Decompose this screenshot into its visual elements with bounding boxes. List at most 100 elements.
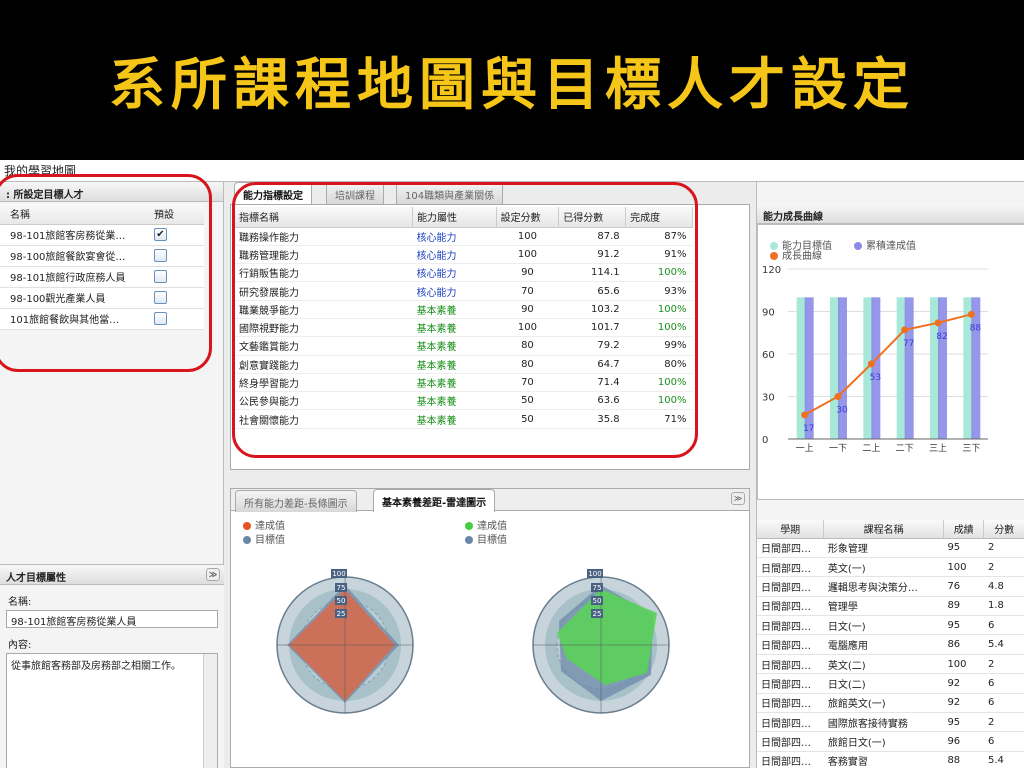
tab-training-courses[interactable]: 培訓課程 <box>326 182 384 204</box>
set-score: 90 <box>496 263 559 283</box>
table-row[interactable]: 社會關懷能力 基本素養 50 35.8 71% <box>235 409 693 429</box>
tab-job-industry[interactable]: 104職類與產業關係 <box>396 182 504 204</box>
completion: 100% <box>625 318 693 338</box>
table-row[interactable]: 98-100旅館餐飲宴會從… <box>0 245 204 267</box>
table-row[interactable]: 98-100觀光產業人員 <box>0 287 204 309</box>
collapse-icon[interactable]: ≫ <box>731 492 745 505</box>
growth-point <box>801 411 809 419</box>
table-row[interactable]: 101旅館餐飲與其他當… <box>0 308 204 330</box>
table-row[interactable]: 日間部四… 邏輯思考與決策分… 76 4.8 <box>757 576 1024 597</box>
table-row[interactable]: 職務操作能力 核心能力 100 87.8 87% <box>235 227 693 246</box>
column-header-got-score[interactable]: 已得分數 <box>558 207 627 228</box>
column-header-course[interactable]: 課程名稱 <box>823 520 944 539</box>
column-header-completion[interactable]: 完成度 <box>625 207 693 228</box>
radar-axis-label: 50 <box>337 597 346 605</box>
table-row[interactable]: 日間部四… 電腦應用 86 5.4 <box>757 634 1024 655</box>
table-row[interactable]: 日間部四… 日文(二) 92 6 <box>757 673 1024 694</box>
column-header-default[interactable]: 預設 <box>144 204 204 225</box>
column-header-name[interactable]: 名稱 <box>0 204 144 225</box>
course-name: 旅館英文(一) <box>823 693 944 714</box>
table-row[interactable]: 文藝鑑賞能力 基本素養 80 79.2 99% <box>235 336 693 356</box>
ability-attr: 基本素養 <box>412 391 497 411</box>
tab-ability-settings[interactable]: 能力指標設定 <box>234 182 312 205</box>
table-row[interactable]: 日間部四… 國際旅客接待實務 95 2 <box>757 712 1024 733</box>
credits: 6 <box>983 731 1024 752</box>
table-row[interactable]: 日間部四… 旅館英文(一) 92 6 <box>757 693 1024 714</box>
center-panel: 能力指標設定 培訓課程 104職類與產業關係 指標名稱 能力屬性 設定分數 已得… <box>230 182 750 768</box>
ability-table: 指標名稱 能力屬性 設定分數 已得分數 完成度 職務操作能力 核心能力 100 … <box>235 207 693 429</box>
default-cell: ✔ <box>144 224 204 246</box>
table-row[interactable]: 研究發展能力 核心能力 70 65.6 93% <box>235 281 693 301</box>
legend-right-achieved: 達成值 <box>465 517 507 532</box>
table-row[interactable]: 國際視野能力 基本素養 100 101.7 100% <box>235 318 693 338</box>
set-score: 80 <box>496 336 559 356</box>
tab-all-gap-bar[interactable]: 所有能力差距-長條圖示 <box>235 490 357 512</box>
got-score: 71.4 <box>558 373 626 393</box>
got-score: 114.1 <box>558 263 626 283</box>
credits: 5.4 <box>983 634 1024 655</box>
attr-section-title: 人才目標屬性 <box>6 573 66 584</box>
table-row[interactable]: 公民參與能力 基本素養 50 63.6 100% <box>235 391 693 411</box>
completion: 80% <box>625 355 693 374</box>
course-name: 電腦應用 <box>823 634 944 655</box>
app-title-bar: 我的學習地圖 <box>0 160 1024 182</box>
table-row[interactable]: 日間部四… 旅館日文(一) 96 6 <box>757 731 1024 752</box>
table-row[interactable]: 日間部四… 日文(一) 95 6 <box>757 615 1024 636</box>
column-header-ability-name[interactable]: 指標名稱 <box>235 207 414 228</box>
name-field[interactable]: 98-101旅館客房務從業人員 <box>6 610 218 628</box>
default-checkbox[interactable] <box>154 312 167 325</box>
collapse-icon[interactable]: ≫ <box>206 568 220 581</box>
grade: 92 <box>943 673 984 694</box>
table-row[interactable]: 日間部四… 英文(二) 100 2 <box>757 654 1024 675</box>
growth-point <box>867 360 875 368</box>
set-score: 100 <box>496 227 559 246</box>
content-text: 從事旅館客務部及房務部之相關工作。 <box>11 661 181 672</box>
table-row[interactable]: 98-101旅館行政庶務人員 <box>0 266 204 288</box>
target-name: 101旅館餐飲與其他當… <box>0 308 144 330</box>
completion: 99% <box>625 336 693 356</box>
default-checkbox[interactable]: ✔ <box>154 228 167 241</box>
tab-basic-gap-radar[interactable]: 基本素養差距-雷達圖示 <box>373 489 496 512</box>
course-name: 英文(二) <box>823 654 944 675</box>
course-name: 形象管理 <box>823 538 944 558</box>
default-checkbox[interactable] <box>154 249 167 262</box>
target-name: 98-100觀光產業人員 <box>0 287 144 309</box>
target-section-header: : 所設定目標人才 <box>0 182 223 202</box>
x-tick-label: 一上 <box>796 443 814 454</box>
table-row[interactable]: 職業競爭能力 基本素養 90 103.2 100% <box>235 300 693 319</box>
y-tick-label: 60 <box>762 350 775 361</box>
table-row[interactable]: 日間部四… 英文(一) 100 2 <box>757 557 1024 578</box>
table-row[interactable]: 行銷販售能力 核心能力 90 114.1 100% <box>235 263 693 283</box>
column-header-set-score[interactable]: 設定分數 <box>496 207 560 228</box>
default-checkbox[interactable] <box>154 270 167 283</box>
table-row[interactable]: 終身學習能力 基本素養 70 71.4 100% <box>235 373 693 393</box>
ability-name: 行銷販售能力 <box>235 263 413 283</box>
semester: 日間部四… <box>757 712 824 733</box>
course-table: 學期 課程名稱 成績 分數 日間部四… 形象管理 95 2 日間部四… 英文(一)… <box>757 520 1024 768</box>
got-score: 63.6 <box>558 391 626 411</box>
column-header-grade[interactable]: 成績 <box>943 520 985 539</box>
grade: 95 <box>943 538 984 558</box>
growth-chart-title: 能力成長曲線 <box>763 212 823 223</box>
table-row[interactable]: 職務管理能力 核心能力 100 91.2 91% <box>235 245 693 265</box>
legend-left-achieved: 達成值 <box>243 517 285 532</box>
y-tick-label: 120 <box>762 265 781 276</box>
table-row[interactable]: 創意實踐能力 基本素養 80 64.7 80% <box>235 355 693 374</box>
table-row[interactable]: 日間部四… 管理學 89 1.8 <box>757 596 1024 617</box>
left-panel: : 所設定目標人才 名稱 預設 98-101旅館客房務從業… ✔ 98-100旅館… <box>0 174 224 768</box>
got-score: 91.2 <box>558 245 626 265</box>
got-score: 101.7 <box>558 318 626 338</box>
column-header-credits[interactable]: 分數 <box>983 520 1024 539</box>
column-header-attribute[interactable]: 能力屬性 <box>412 207 497 228</box>
content-textarea[interactable]: 從事旅館客務部及房務部之相關工作。 <box>6 653 218 768</box>
table-row[interactable]: 98-101旅館客房務從業… ✔ <box>0 224 204 246</box>
x-tick-label: 一下 <box>829 444 847 454</box>
x-tick-label: 三上 <box>929 443 947 454</box>
default-checkbox[interactable] <box>154 291 167 304</box>
table-row[interactable]: 日間部四… 客務實習 88 5.4 <box>757 751 1024 768</box>
data-label: 53 <box>870 373 881 383</box>
table-row[interactable]: 日間部四… 形象管理 95 2 <box>757 538 1024 558</box>
textarea-scrollbar[interactable] <box>203 654 217 768</box>
credits: 6 <box>983 693 1024 714</box>
column-header-semester[interactable]: 學期 <box>757 520 825 539</box>
